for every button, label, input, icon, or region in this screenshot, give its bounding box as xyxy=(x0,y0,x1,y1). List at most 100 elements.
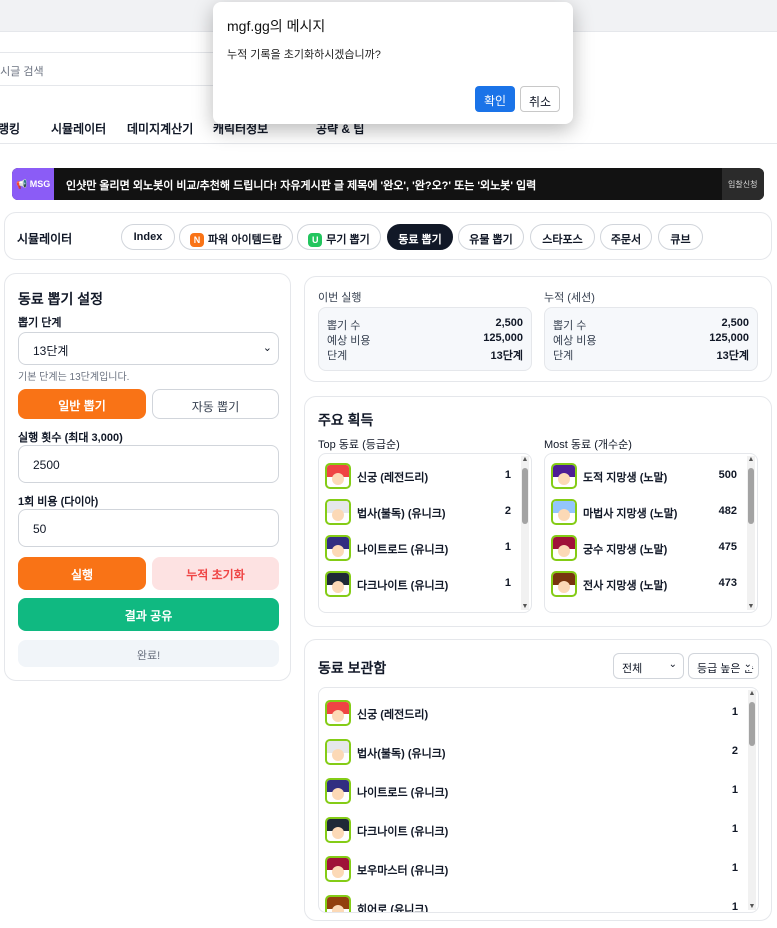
list-item: 신궁 (레전드리) 1 xyxy=(325,697,738,729)
scrollbar[interactable]: ▲ ▼ xyxy=(748,690,756,910)
stat-row: 예상 비용 125,000 xyxy=(327,332,523,347)
scroll-up-icon[interactable]: ▲ xyxy=(521,456,529,463)
filter-select[interactable]: 전체 ⌄ xyxy=(613,653,684,679)
run-button[interactable]: 실행 xyxy=(18,557,146,590)
dialog-message: 누적 기록을 초기화하시겠습니까? xyxy=(227,49,381,61)
stats-card: 이번 실행 누적 (세션) 뽑기 수 2,500 예상 비용 125,000 단계 1… xyxy=(304,276,772,382)
session-total-title: 누적 (세션) xyxy=(544,292,595,304)
companion-avatar xyxy=(551,499,577,525)
share-button[interactable]: 결과 공유 xyxy=(18,598,279,631)
settings-card: 동료 뽑기 설정 뽑기 단계 13단계 ⌄ 기본 단계는 13단계입니다. 일반 … xyxy=(4,273,291,681)
banner-apply-button[interactable]: 입찰신청 xyxy=(722,168,764,200)
list-item: 나이트로드 (유니크) 1 xyxy=(325,532,511,564)
scrollbar[interactable]: ▲ ▼ xyxy=(521,456,529,610)
nav-damage-calculator[interactable]: 데미지계산기 xyxy=(127,120,193,137)
gains-title: 주요 획득 xyxy=(318,412,374,428)
stat-row: 단계 13단계 xyxy=(553,350,749,362)
stage-label: 뽑기 단계 xyxy=(18,317,62,329)
companion-avatar xyxy=(325,739,351,765)
stat-row: 단계 13단계 xyxy=(327,350,523,362)
settings-title: 동료 뽑기 설정 xyxy=(18,291,104,307)
confirm-ok-button[interactable]: 확인 xyxy=(475,86,515,112)
stat-row: 뽑기 수 2,500 xyxy=(327,317,523,332)
normal-gacha-button[interactable]: 일반 뽑기 xyxy=(18,389,146,419)
companion-avatar xyxy=(325,856,351,882)
auto-gacha-button[interactable]: 자동 뽑기 xyxy=(152,389,279,419)
new-badge-icon: N xyxy=(190,233,205,247)
most-companions-list[interactable]: 도적 지망생 (노말) 500 마법사 지망생 (노말) 482 궁수 지망생 (노… xyxy=(544,453,758,613)
scroll-up-icon[interactable]: ▲ xyxy=(748,690,756,697)
simulator-subnav: 시뮬레이터 Index N 파워 아이템드랍 U 무기 뽑기 동료 뽑기 유물 뽑기… xyxy=(4,212,772,260)
scrollbar[interactable]: ▲ ▼ xyxy=(747,456,755,610)
gains-card: 주요 획득 Top 동료 (등급순) Most 동료 (개수순) 신궁 (레전드… xyxy=(304,396,772,627)
companion-avatar xyxy=(325,817,351,843)
list-item: 궁수 지망생 (노말) 475 xyxy=(551,532,737,564)
session-total-box: 뽑기 수 2,500 예상 비용 125,000 단계 13단계 xyxy=(544,307,758,371)
list-item: 전사 지망생 (노말) 473 xyxy=(551,568,737,600)
chevron-down-icon: ⌄ xyxy=(668,659,677,670)
companion-avatar xyxy=(325,463,351,489)
companion-avatar xyxy=(325,499,351,525)
companion-avatar xyxy=(325,700,351,726)
nav-ranking[interactable]: 랭킹 xyxy=(0,120,20,137)
tab-companion-gacha[interactable]: 동료 뽑기 xyxy=(387,224,453,250)
subnav-title: 시뮬레이터 xyxy=(17,232,73,246)
current-run-title: 이번 실행 xyxy=(318,292,362,304)
stage-select[interactable]: 13단계 ⌄ xyxy=(18,332,279,365)
tab-starforce[interactable]: 스타포스 xyxy=(530,224,595,250)
list-item: 다크나이트 (유니크) 1 xyxy=(325,568,511,600)
list-item: 도적 지망생 (노말) 500 xyxy=(551,460,737,492)
top-companions-title: Top 동료 (등급순) xyxy=(318,439,400,451)
list-item: 마법사 지망생 (노말) 482 xyxy=(551,496,737,528)
companion-avatar xyxy=(325,535,351,561)
count-label: 실행 횟수 (최대 3,000) xyxy=(18,432,123,444)
storage-list[interactable]: 신궁 (레전드리) 1 법사(불독) (유니크) 2 나이트로드 (유니크) 1 다크… xyxy=(318,687,759,913)
top-companions-list[interactable]: 신궁 (레전드리) 1 법사(불독) (유니크) 2 나이트로드 (유니크) 1 다크… xyxy=(318,453,532,613)
list-item: 히어로 (유니크) 1 xyxy=(325,892,738,912)
stat-row: 예상 비용 125,000 xyxy=(553,332,749,347)
stat-row: 뽑기 수 2,500 xyxy=(553,317,749,332)
cost-label: 1회 비용 (다이아) xyxy=(18,496,99,508)
count-input[interactable]: 2500 xyxy=(18,445,279,483)
tab-cube[interactable]: 큐브 xyxy=(658,224,703,250)
companion-avatar xyxy=(551,535,577,561)
confirm-dialog: mgf.gg의 메시지 누적 기록을 초기화하시겠습니까? 확인 취소 xyxy=(213,2,573,124)
list-item: 법사(불독) (유니크) 2 xyxy=(325,736,738,768)
companion-avatar xyxy=(551,571,577,597)
stage-hint: 기본 단계는 13단계입니다. xyxy=(18,372,130,383)
banner-tag: 📢 MSG xyxy=(12,168,54,200)
list-item: 신궁 (레전드리) 1 xyxy=(325,460,511,492)
list-item: 보우마스터 (유니크) 1 xyxy=(325,853,738,885)
search-placeholder: 게시글 검색 xyxy=(0,66,44,78)
storage-title: 동료 보관함 xyxy=(318,660,387,676)
confirm-cancel-button[interactable]: 취소 xyxy=(520,86,560,112)
tab-relic-gacha[interactable]: 유물 뽑기 xyxy=(458,224,524,250)
scroll-down-icon[interactable]: ▼ xyxy=(748,903,756,910)
companion-avatar xyxy=(325,778,351,804)
cost-input[interactable]: 50 xyxy=(18,509,279,547)
companion-avatar xyxy=(551,463,577,489)
storage-card: 동료 보관함 전체 ⌄ 등급 높은 순 ⌄ 신궁 (레전드리) 1 법사(불독) (유… xyxy=(304,639,772,921)
scroll-down-icon[interactable]: ▼ xyxy=(521,603,529,610)
tab-scroll[interactable]: 주문서 xyxy=(600,224,652,250)
chevron-down-icon: ⌄ xyxy=(262,342,272,354)
companion-avatar xyxy=(325,571,351,597)
chevron-down-icon: ⌄ xyxy=(740,659,752,670)
reset-button[interactable]: 누적 초기화 xyxy=(152,557,279,590)
companion-avatar xyxy=(325,895,351,912)
tab-weapon-gacha[interactable]: U 무기 뽑기 xyxy=(297,224,381,250)
most-companions-title: Most 동료 (개수순) xyxy=(544,439,632,451)
tab-index[interactable]: Index xyxy=(121,224,175,250)
announcement-banner[interactable]: 📢 MSG 인샷만 올리면 외노봇이 비교/추천해 드립니다! 자유게시판 글 … xyxy=(12,168,764,200)
list-item: 나이트로드 (유니크) 1 xyxy=(325,775,738,807)
current-run-box: 뽑기 수 2,500 예상 비용 125,000 단계 13단계 xyxy=(318,307,532,371)
nav-simulator[interactable]: 시뮬레이터 xyxy=(51,120,106,137)
scroll-up-icon[interactable]: ▲ xyxy=(747,456,755,463)
tab-power-item-drop[interactable]: N 파워 아이템드랍 xyxy=(179,224,293,250)
status-text: 완료! xyxy=(18,640,279,667)
sort-select[interactable]: 등급 높은 순 ⌄ xyxy=(688,653,759,679)
dialog-title: mgf.gg의 메시지 xyxy=(227,18,326,34)
list-item: 다크나이트 (유니크) 1 xyxy=(325,814,738,846)
scroll-down-icon[interactable]: ▼ xyxy=(747,603,755,610)
list-item: 법사(불독) (유니크) 2 xyxy=(325,496,511,528)
